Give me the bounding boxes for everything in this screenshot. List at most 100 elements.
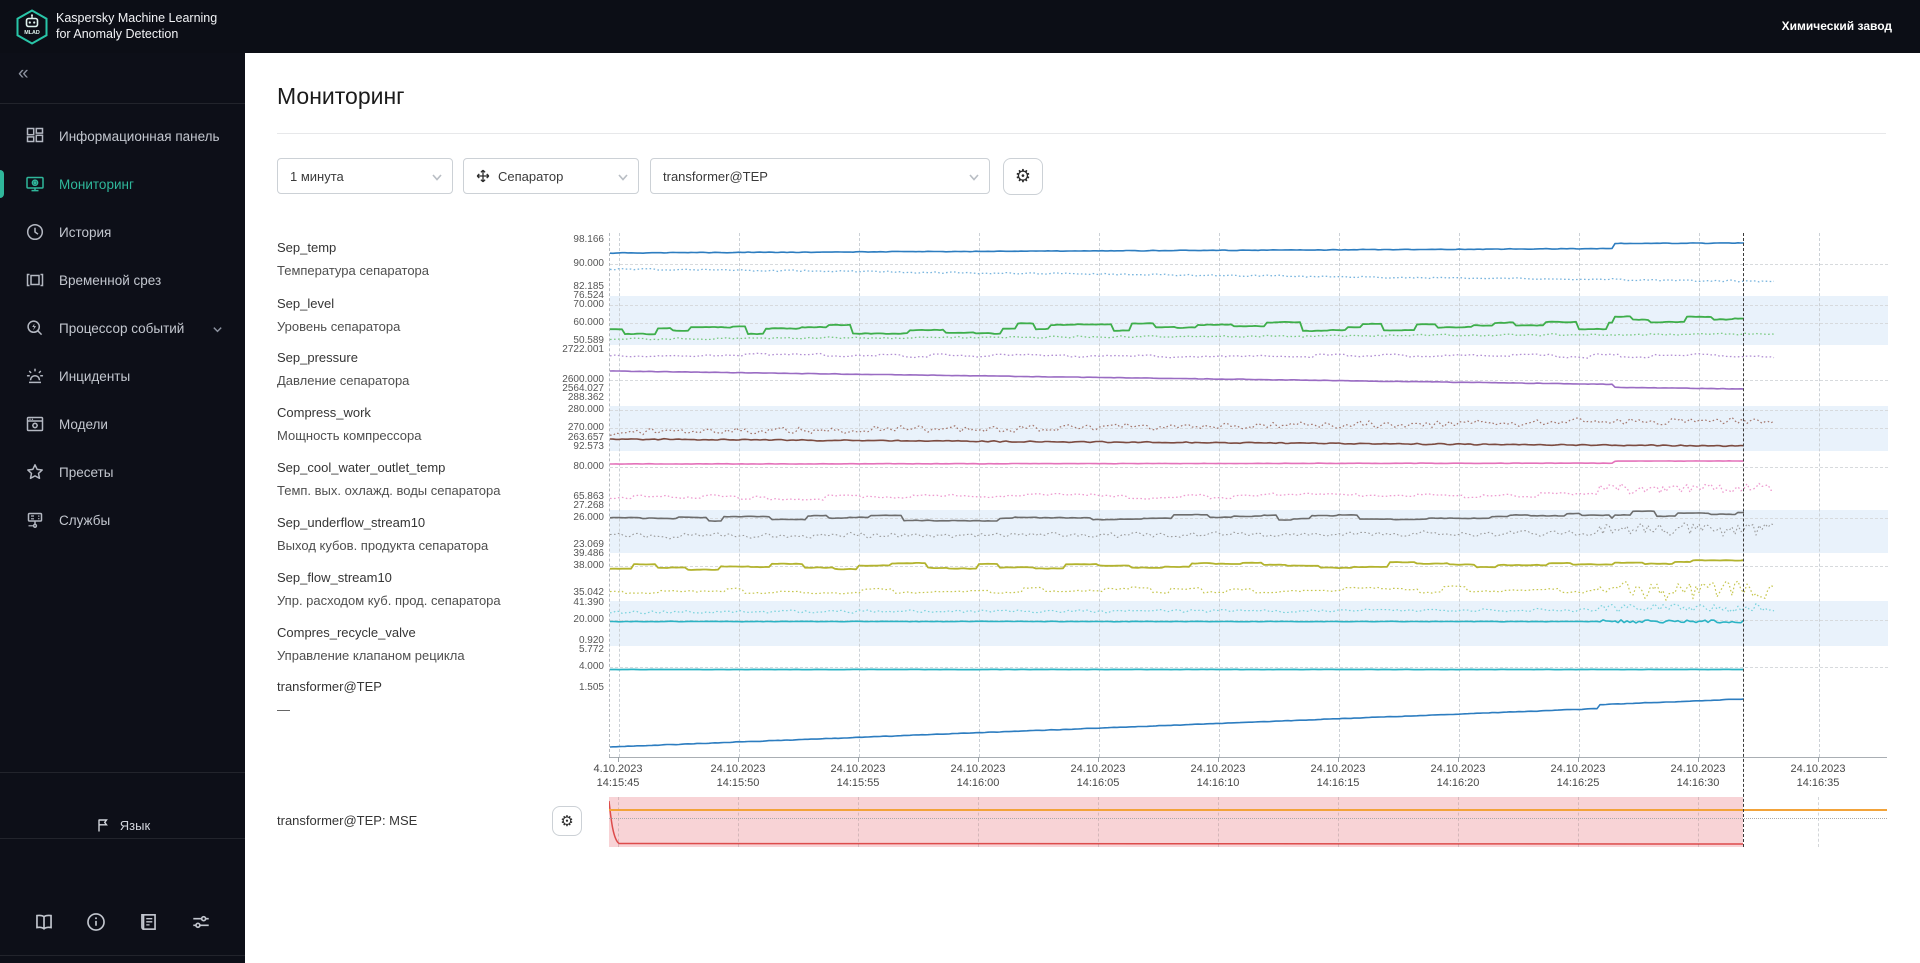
gear-icon: ⚙: [1014, 166, 1032, 186]
signal-desc: Давление сепаратора: [277, 373, 410, 388]
series-line-Sep_underflow_stream10-actual: [609, 510, 1745, 523]
x-tick: [738, 757, 739, 762]
signal-row: Sep_pressure Давление сепаратора: [277, 350, 507, 388]
series-line-Sep_cool_water_outlet_temp-predicted: [609, 482, 1775, 501]
sidebar-collapse-button[interactable]: «: [18, 63, 28, 85]
page-title: Мониторинг: [277, 83, 405, 109]
flag-icon: [98, 819, 108, 832]
x-tick: [858, 757, 859, 762]
mse-tick-line: [1818, 797, 1819, 847]
language-label: Язык: [119, 817, 151, 833]
series-line-Sep_flow_stream10-actual: [609, 559, 1745, 571]
services-icon: [24, 509, 46, 531]
chart-settings-button[interactable]: ⚙: [1003, 158, 1043, 195]
sidebar-footer: [0, 901, 245, 943]
x-tick: [1818, 757, 1819, 762]
interval-value: 1 минута: [290, 168, 344, 184]
chevron-down-icon[interactable]: [212, 323, 223, 338]
manual-icon[interactable]: [33, 911, 55, 933]
sidebar-item-models[interactable]: Модели: [0, 400, 245, 448]
sidebar-item-label: Инциденты: [59, 368, 131, 384]
mse-grid-line: [858, 797, 859, 847]
signal-name: Sep_underflow_stream10: [277, 515, 426, 530]
active-indicator: [0, 170, 4, 198]
move-arrows-icon: [476, 169, 490, 183]
sidebar-item-event-processor[interactable]: Процессор событий: [0, 304, 245, 352]
changelog-icon[interactable]: [138, 911, 160, 933]
sidebar: « Информационная панель Мониторинг Истор…: [0, 53, 245, 963]
signal-row: transformer@TEP —: [277, 679, 507, 717]
x-tick-label: 24.10.2023 14:16:30: [1670, 763, 1726, 789]
organization-selector[interactable]: Химический завод: [1782, 19, 1892, 33]
mse-grid-line: [1218, 797, 1219, 847]
sidebar-item-dashboard[interactable]: Информационная панель: [0, 112, 245, 160]
x-tick-label: 24.10.2023 14:16:00: [950, 763, 1006, 789]
signal-row: Sep_underflow_stream10 Выход кубов. проду…: [277, 515, 507, 553]
sidebar-item-label: Процессор событий: [59, 320, 185, 336]
equipment-select[interactable]: Сепаратор: [463, 158, 639, 194]
history-icon: [24, 221, 46, 243]
signal-desc: Упр. расходом куб. прод. сепаратора: [277, 593, 501, 608]
sidebar-item-incidents[interactable]: Инциденты: [0, 352, 245, 400]
signal-row: Sep_flow_stream10 Упр. расходом куб. прод…: [277, 570, 507, 608]
mse-grid-line: [1698, 797, 1699, 847]
series-line-Compress_work-predicted: [609, 416, 1775, 436]
x-tick: [1578, 757, 1579, 762]
x-tick-label: 24.10.2023 14:15:55: [830, 763, 886, 789]
signal-row: Sep_level Уровень сепаратора: [277, 296, 507, 334]
signal-row: Compress_work Мощность компрессора: [277, 405, 507, 443]
app-title: Kaspersky Machine Learning for Anomaly D…: [56, 11, 218, 41]
x-axis-line: [609, 757, 1887, 758]
mse-anomaly-band: [609, 797, 1743, 847]
x-tick-label: 24.10.2023 14:16:15: [1310, 763, 1366, 789]
series-line-Sep_underflow_stream10-predicted: [609, 522, 1775, 540]
sidebar-item-history[interactable]: История: [0, 208, 245, 256]
interval-select[interactable]: 1 минута: [277, 158, 453, 194]
sidebar-item-monitoring[interactable]: Мониторинг: [0, 160, 245, 208]
series-line-Compres_recycle_valve-predicted: [609, 603, 1775, 615]
sidebar-divider: [0, 955, 245, 956]
sidebar-divider: [0, 103, 245, 104]
chevron-down-icon: [617, 171, 629, 186]
signal-desc: Выход кубов. продукта сепаратора: [277, 538, 489, 553]
mse-grid-line: [1578, 797, 1579, 847]
sidebar-item-presets[interactable]: Пресеты: [0, 448, 245, 496]
time-slice-icon: [24, 269, 46, 291]
signal-desc: Управление клапаном рецикла: [277, 648, 465, 663]
x-tick: [978, 757, 979, 762]
info-icon[interactable]: [85, 911, 107, 933]
settings-icon[interactable]: [190, 911, 212, 933]
series-svg: [609, 242, 1775, 748]
sidebar-item-label: Службы: [59, 512, 111, 528]
mse-grid-line: [1338, 797, 1339, 847]
signal-name: Compress_work: [277, 405, 371, 420]
title-divider: [277, 133, 1886, 134]
models-icon: [24, 413, 46, 435]
language-button[interactable]: Язык: [0, 805, 245, 845]
sidebar-item-time-slice[interactable]: Временной срез: [0, 256, 245, 304]
mse-grid-line: [978, 797, 979, 847]
mse-settings-button[interactable]: ⚙: [552, 806, 582, 836]
sidebar-item-label: Мониторинг: [59, 176, 134, 192]
signal-name: Sep_cool_water_outlet_temp: [277, 460, 446, 475]
x-tick-label: 24.10.2023 14:16:35: [1790, 763, 1846, 789]
x-tick-label: 24.10.2023 14:16:20: [1430, 763, 1486, 789]
chart-cursor-line[interactable]: [1743, 233, 1744, 847]
logo-text: MLAD: [24, 30, 40, 36]
model-select[interactable]: transformer@TEP: [650, 158, 990, 194]
model-value: transformer@TEP: [663, 168, 768, 184]
sidebar-item-label: Модели: [59, 416, 108, 432]
chart-plot[interactable]: [609, 233, 1888, 757]
series-line-Sep_level-predicted: [609, 332, 1775, 341]
mse-threshold-line: [609, 809, 1887, 811]
sidebar-item-label: Информационная панель: [59, 128, 220, 144]
mse-grid-line: [618, 797, 619, 847]
sidebar-item-label: Временной срез: [59, 272, 162, 288]
x-tick-label: 24.10.2023 14:16:10: [1190, 763, 1246, 789]
signal-row: Sep_temp Температура сепаратора: [277, 240, 507, 278]
sidebar-item-services[interactable]: Службы: [0, 496, 245, 544]
series-line-Sep_pressure-actual: [609, 370, 1745, 390]
sidebar-divider: [0, 838, 245, 839]
incidents-icon: [24, 365, 46, 387]
series-line-Compress_work-actual: [609, 437, 1745, 448]
